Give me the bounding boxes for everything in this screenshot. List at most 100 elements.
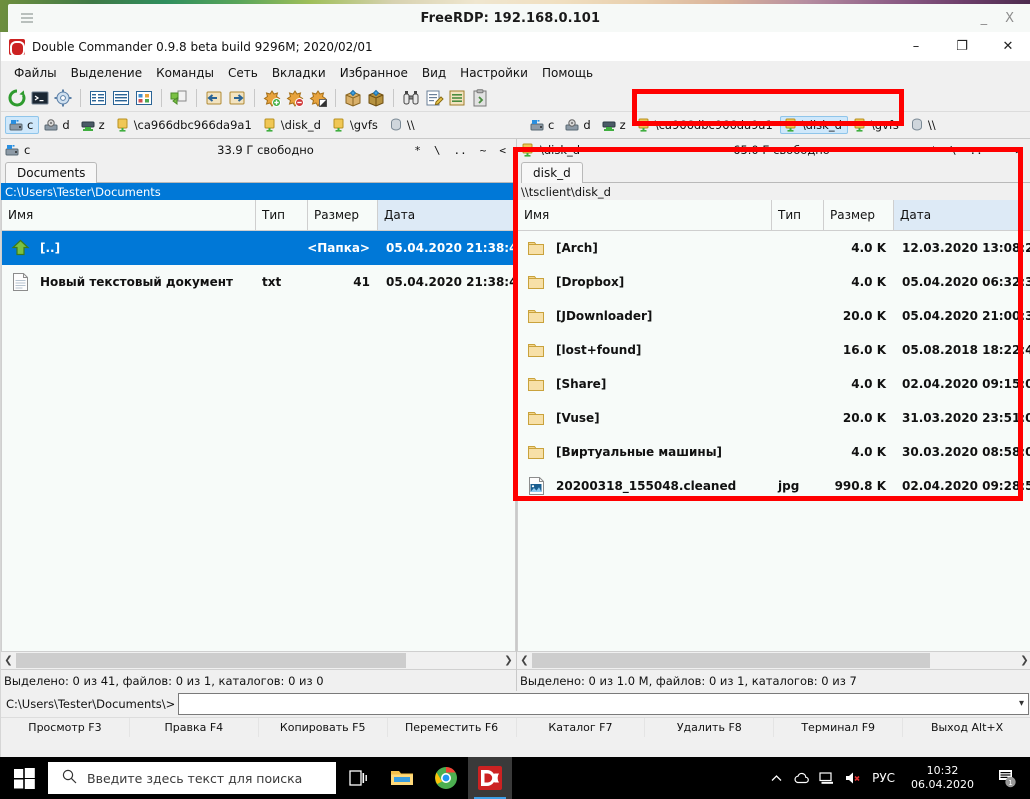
open-left-icon[interactable] [204,88,224,108]
left-hotkey-collapse[interactable]: < [499,144,506,157]
clipboard-icon[interactable] [470,88,490,108]
file-explorer-icon[interactable] [380,757,424,799]
menu-settings[interactable]: Настройки [453,64,535,82]
thumbnails-icon[interactable] [134,88,154,108]
left-file-list[interactable]: Имя Тип Размер Дата [..] <Папка> 05.04.2… [1,200,516,651]
menu-commands[interactable]: Команды [149,64,221,82]
drive-right-z[interactable]: z [598,116,632,134]
left-drive-indicator[interactable]: c [5,143,145,157]
search-binoculars-icon[interactable] [401,88,421,108]
action-center-icon[interactable]: 1 [990,757,1024,799]
chevron-down-icon[interactable]: ▾ [1019,698,1024,709]
left-col-type[interactable]: Тип [256,200,308,230]
right-col-type[interactable]: Тип [772,200,824,230]
left-hotkey-star[interactable]: * [414,144,421,157]
drive-right-disk-d[interactable]: \disk_d [779,116,848,134]
drive-left-d[interactable]: d [40,116,75,134]
table-row[interactable]: [Dropbox] 4.0 K 05.04.2020 06:32:3 [518,265,1030,299]
right-path-line[interactable]: \\tsclient\disk_d [517,183,1030,200]
drive-left-ca966dbc966da9a1[interactable]: \ca966dbc966da9a1 [112,116,258,134]
left-hotkey-home[interactable]: ~ [480,144,487,157]
fkey-delete[interactable]: Удалить F8 [645,718,775,737]
refresh-icon[interactable] [7,88,27,108]
drive-left-c[interactable]: c [5,116,40,134]
left-hotkey-root[interactable]: \ [434,144,441,157]
table-row[interactable]: [Share] 4.0 K 02.04.2020 09:15:0 [518,367,1030,401]
right-scroll-right-button[interactable]: ❯ [1017,653,1030,668]
drive-right-network[interactable]: \\ [906,116,942,134]
dc-minimize-button[interactable]: – [893,32,939,61]
table-row[interactable]: Новый текстовый документ txt 41 05.04.20… [2,265,515,299]
left-scroll-left-button[interactable]: ❮ [1,653,16,668]
freerdp-close-button[interactable]: X [1005,11,1014,26]
table-row[interactable]: [lost+found] 16.0 K 05.08.2018 18:22:4 [518,333,1030,367]
left-path-line[interactable]: C:\Users\Tester\Documents [1,183,516,200]
left-col-size[interactable]: Размер [308,200,378,230]
table-row[interactable]: [Vuse] 20.0 K 31.03.2020 23:51:0 [518,401,1030,435]
right-col-name[interactable]: Имя [518,200,772,230]
right-file-list[interactable]: Имя Тип Размер Дата [Arch] 4.0 K 12.03.2… [517,200,1030,651]
menu-network[interactable]: Сеть [221,64,265,82]
multirename-icon[interactable] [424,88,444,108]
task-view-icon[interactable] [336,757,380,799]
onedrive-icon[interactable] [793,771,809,785]
right-hotkey-up[interactable]: .. [970,144,983,157]
table-row[interactable]: [Arch] 4.0 K 12.03.2020 13:08:2 [518,231,1030,265]
left-col-name[interactable]: Имя [2,200,256,230]
right-col-date[interactable]: Дата [894,200,1030,230]
menu-favorites[interactable]: Избранное [333,64,415,82]
search-input[interactable]: Введите здесь текст для поиска [48,762,336,794]
right-hotkey-star[interactable]: * [930,144,937,157]
menu-tabs[interactable]: Вкладки [265,64,333,82]
drive-right-c[interactable]: c [526,116,560,134]
drive-left-disk-d[interactable]: \disk_d [259,116,327,134]
dc-restore-button[interactable]: ❐ [939,32,985,61]
drive-right-gvfs[interactable]: \gvfs [849,116,905,134]
left-hotkey-up[interactable]: .. [454,144,467,157]
fkey-move[interactable]: Переместить F6 [388,718,517,737]
fkey-exit[interactable]: Выход Alt+X [903,718,1030,737]
unpack-icon[interactable] [366,88,386,108]
double-commander-icon[interactable] [468,757,512,799]
left-col-date[interactable]: Дата [378,200,515,230]
brief-view-icon[interactable] [88,88,108,108]
left-scroll-thumb[interactable] [16,653,406,668]
right-drive-indicator[interactable]: \disk_d [521,143,661,157]
table-row[interactable]: [..] <Папка> 05.04.2020 21:38:4 [2,231,515,265]
list-icon[interactable] [447,88,467,108]
terminal-icon[interactable] [30,88,50,108]
right-scroll-thumb[interactable] [532,653,930,668]
mark-invert-icon[interactable] [308,88,328,108]
full-view-icon[interactable] [111,88,131,108]
left-scroll-track[interactable] [16,653,501,668]
fkey-mkdir[interactable]: Каталог F7 [517,718,646,737]
hamburger-icon[interactable] [14,13,40,23]
copy-path-icon[interactable] [169,88,189,108]
network-icon[interactable] [819,771,835,785]
fkey-copy[interactable]: Копировать F5 [259,718,388,737]
drive-left-z[interactable]: z [77,116,111,134]
drive-right-d[interactable]: d [561,116,596,134]
fkey-view[interactable]: Просмотр F3 [1,718,130,737]
right-scroll-track[interactable] [532,653,1017,668]
menu-files[interactable]: Файлы [7,64,64,82]
table-row[interactable]: [Виртуальные машины] 4.0 K 30.03.2020 08… [518,435,1030,469]
freerdp-minimize-button[interactable]: _ [981,11,988,26]
left-tab-documents[interactable]: Documents [5,162,98,183]
table-row[interactable]: [JDownloader] 20.0 K 05.04.2020 21:00:3 [518,299,1030,333]
chevron-up-icon[interactable] [770,772,783,785]
command-input[interactable]: ▾ [178,693,1029,715]
drive-right-ca966dbc966da9a1[interactable]: \ca966dbc966da9a1 [633,116,779,134]
right-hotkey-expand[interactable]: > [1015,144,1022,157]
pack-icon[interactable] [343,88,363,108]
right-scroll-left-button[interactable]: ❮ [517,653,532,668]
volume-muted-icon[interactable] [845,771,862,785]
menu-view[interactable]: Вид [415,64,453,82]
windows-start-icon[interactable] [0,757,48,799]
open-right-icon[interactable] [227,88,247,108]
menu-selection[interactable]: Выделение [64,64,149,82]
settings-gear-icon[interactable] [53,88,73,108]
right-col-size[interactable]: Размер [824,200,894,230]
mark-add-icon[interactable] [262,88,282,108]
fkey-edit[interactable]: Правка F4 [130,718,259,737]
